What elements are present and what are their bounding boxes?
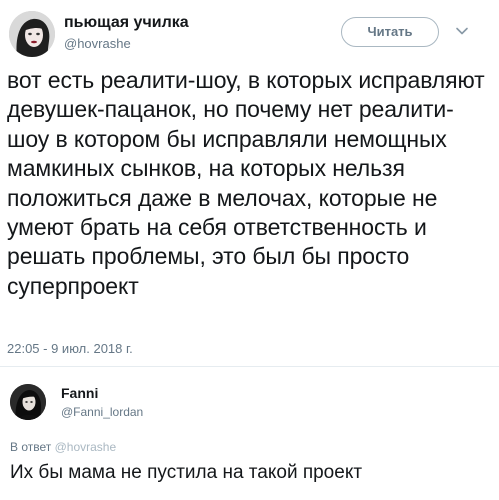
chevron-down-icon[interactable] bbox=[455, 24, 469, 38]
reply-to-prefix: В ответ bbox=[10, 440, 52, 454]
tweet-timestamp[interactable]: 22:05 - 9 июл. 2018 г. bbox=[7, 341, 133, 356]
reply-author-avatar[interactable] bbox=[10, 384, 46, 420]
follow-button[interactable]: Читать bbox=[341, 17, 439, 47]
reply-to-line: В ответ @hovrashe bbox=[10, 440, 116, 454]
author-handle[interactable]: @hovrashe bbox=[64, 36, 131, 51]
reply-to-handle-link[interactable]: @hovrashe bbox=[55, 440, 117, 454]
reply-author-handle[interactable]: @Fanni_lordan bbox=[61, 405, 143, 419]
tweet-text: вот есть реалити-шоу, в которых исправля… bbox=[7, 67, 485, 299]
divider bbox=[0, 366, 499, 367]
reply-author-name[interactable]: Fanni bbox=[61, 385, 98, 401]
author-avatar[interactable] bbox=[9, 11, 55, 57]
reply-text: Их бы мама не пустила на такой проект bbox=[10, 462, 363, 483]
author-name[interactable]: пьющая училка bbox=[64, 14, 189, 32]
